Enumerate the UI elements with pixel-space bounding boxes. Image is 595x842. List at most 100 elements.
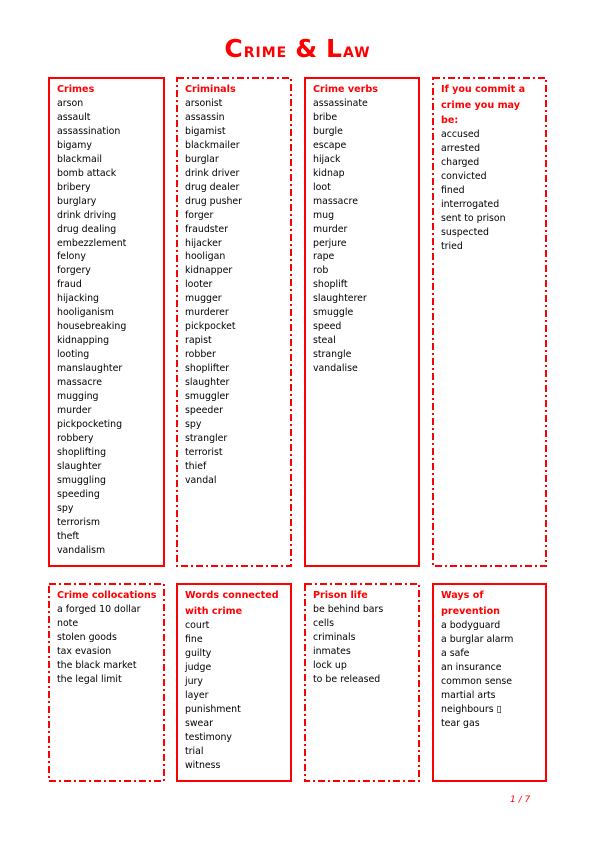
word-item: suspected <box>441 226 489 238</box>
word-item: robbery <box>57 432 94 444</box>
word-item: cells <box>313 617 335 629</box>
word-item: stolen goods <box>57 631 117 643</box>
word-item: strangle <box>313 349 352 361</box>
word-item: arsonist <box>185 98 223 109</box>
word-item: pickpocketing <box>57 418 123 430</box>
box-prison-life: Prison life be behind bars cells criminals i… <box>304 583 420 782</box>
word-list: arsonist assassin bigamist blackmailer burgl… <box>185 97 284 488</box>
word-item: pickpocket <box>185 321 236 333</box>
word-item: speeder <box>185 404 223 416</box>
word-item: assassinate <box>313 98 368 109</box>
word-item: looter <box>185 279 213 291</box>
word-item: kidnapping <box>57 335 110 347</box>
word-item: arson <box>57 98 84 109</box>
box-heading: Words connected <box>185 590 279 601</box>
word-item: shoplift <box>313 279 348 291</box>
word-item: tax evasion <box>57 645 112 657</box>
word-item: the legal limit <box>57 673 122 685</box>
word-item: assault <box>57 111 91 123</box>
word-item: terrorism <box>57 516 100 528</box>
word-item: tried <box>441 240 463 252</box>
word-item: rapist <box>185 335 212 347</box>
word-item: felony <box>57 251 86 263</box>
box-criminals: Criminals arsonist assassin bigamist blackma… <box>176 77 292 567</box>
word-item: mugger <box>185 293 222 305</box>
word-item: judge <box>185 661 212 673</box>
word-item: terrorist <box>185 446 223 458</box>
box-ways-of-prevention: Ways of prevention a bodyguard a burglar al… <box>432 583 547 782</box>
word-item: thief <box>185 460 207 472</box>
word-item: bigamy <box>57 139 92 151</box>
word-item: trial <box>185 745 204 757</box>
word-item: drug pusher <box>185 195 243 207</box>
word-item: a safe <box>441 647 470 659</box>
word-item: be behind bars <box>313 604 384 615</box>
word-item: looting <box>57 349 90 361</box>
word-item: perjure <box>313 237 347 249</box>
word-item: bribery <box>57 181 91 193</box>
word-item: blackmail <box>57 153 102 165</box>
word-item: burgle <box>313 125 343 137</box>
word-item: smuggler <box>185 391 230 403</box>
box-if-you-commit: If you commit a crime you may be: accused a… <box>432 77 547 567</box>
word-list: a forged 10 dollar note stolen goods tax ev… <box>57 603 157 687</box>
word-item: drug dealer <box>185 181 240 193</box>
word-list: court fine guilty judge jury layer punishment s… <box>185 619 284 772</box>
page-number: 1 / 7 <box>510 795 531 805</box>
word-item: steal <box>313 335 336 347</box>
word-list: accused arrested charged convicted fined inte… <box>441 128 539 254</box>
word-item: blackmailer <box>185 139 240 151</box>
word-item: forgery <box>57 265 91 277</box>
word-item: hooliganism <box>57 307 114 319</box>
word-item: smuggling <box>57 474 106 486</box>
word-item: convicted <box>441 170 487 182</box>
word-item: hijack <box>313 153 341 165</box>
word-item: mugging <box>57 391 99 403</box>
word-item: kidnapper <box>185 265 233 277</box>
word-item: neighbours ▯ <box>441 703 502 715</box>
word-item: slaughter <box>57 460 102 472</box>
word-item: inmates <box>313 645 351 657</box>
word-item: strangler <box>185 432 228 444</box>
word-item: an insurance <box>441 661 502 673</box>
word-item: drink driver <box>185 167 240 179</box>
box-heading: Crimes <box>57 84 95 95</box>
box-heading: Criminals <box>185 84 236 95</box>
word-item: common sense <box>441 675 513 687</box>
word-item: a forged 10 dollar <box>57 604 141 615</box>
word-item: charged <box>441 156 480 168</box>
word-item: fraudster <box>185 223 228 235</box>
word-item: theft <box>57 530 80 542</box>
word-item: manslaughter <box>57 363 123 375</box>
box-heading: prevention <box>441 606 500 617</box>
word-item: vandalise <box>313 363 358 375</box>
word-item: burglary <box>57 195 97 207</box>
word-item: interrogated <box>441 198 500 210</box>
word-item: criminals <box>313 631 356 643</box>
word-item: massacre <box>313 195 358 207</box>
word-item: bigamist <box>185 125 226 137</box>
word-item: jury <box>185 675 203 687</box>
word-item: lock up <box>313 659 347 671</box>
word-item: housebreaking <box>57 321 127 333</box>
word-item: massacre <box>57 377 102 389</box>
word-item: robber <box>185 349 216 361</box>
word-item: rob <box>313 265 329 277</box>
box-crime-verbs: Crime verbs assassinate bribe burgle escape h… <box>304 77 420 567</box>
word-item: smuggle <box>313 307 354 319</box>
word-item: spy <box>57 502 74 514</box>
word-item: a burglar alarm <box>441 633 514 645</box>
word-item: vandalism <box>57 544 106 556</box>
word-item: the black market <box>57 659 137 671</box>
box-heading: Prison life <box>313 590 368 601</box>
word-item: drink driving <box>57 209 117 221</box>
word-item: to be released <box>313 673 381 685</box>
word-item: martial arts <box>441 689 496 701</box>
word-item: forger <box>185 209 214 221</box>
word-item: fine <box>185 633 203 645</box>
word-item: hijacking <box>57 293 99 305</box>
word-item: murder <box>57 404 92 416</box>
box-heading: crime you may be: <box>441 100 520 126</box>
box-heading: Crime verbs <box>313 84 378 95</box>
word-item: assassin <box>185 111 225 123</box>
